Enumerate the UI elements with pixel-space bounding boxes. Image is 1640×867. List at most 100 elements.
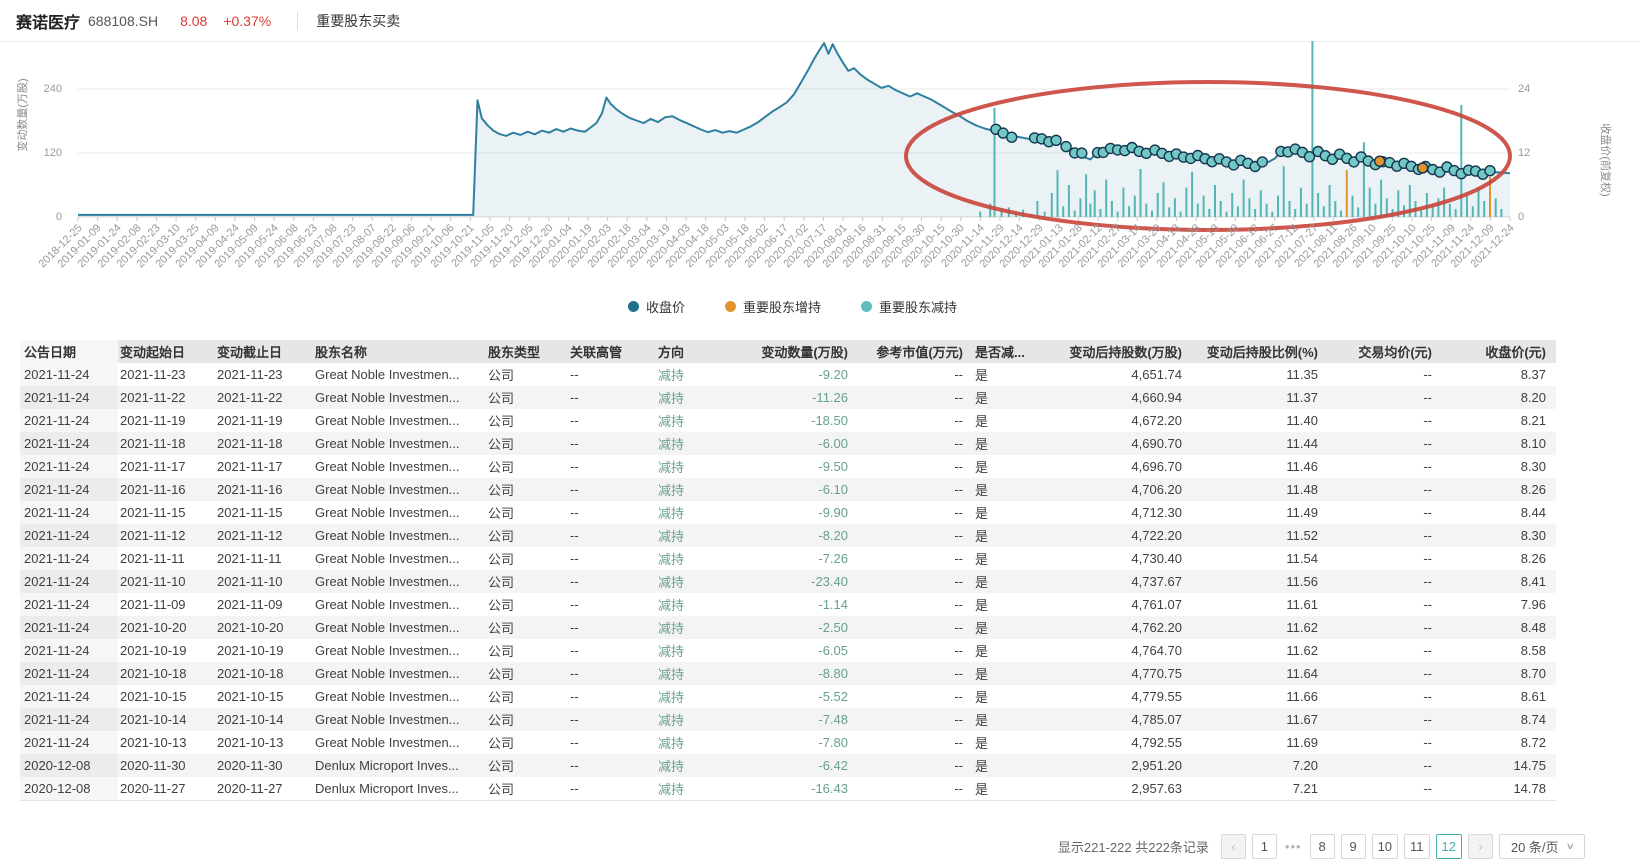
top-bar: 赛诺医疗 688108.SH 8.08 +0.37% 重要股东买卖: [0, 0, 1640, 42]
cell-变动起始日: 2021-10-13: [118, 731, 215, 754]
tab-important-holder-trading[interactable]: 重要股东买卖: [316, 11, 400, 31]
table-row[interactable]: 2021-11-242021-10-182021-10-18Great Nobl…: [20, 662, 1556, 685]
price-volume-chart: [0, 40, 1640, 302]
table-row[interactable]: 2021-11-242021-11-162021-11-16Great Nobl…: [20, 478, 1556, 501]
pagination-page-9[interactable]: 9: [1341, 834, 1366, 859]
cell-方向: 减持: [656, 754, 752, 777]
pagination-page-8[interactable]: 8: [1310, 834, 1335, 859]
cell-是否减...: 是: [973, 363, 1048, 386]
column-header-2[interactable]: 变动起始日: [118, 340, 215, 363]
pagination-page-12[interactable]: 12: [1436, 834, 1462, 859]
cell-变动后持股比例(%): 11.46: [1192, 455, 1328, 478]
table-row[interactable]: 2021-11-242021-11-232021-11-23Great Nobl…: [20, 363, 1556, 386]
cell-公告日期: 2020-12-08: [20, 777, 118, 800]
cell-是否减...: 是: [973, 777, 1048, 800]
volume-bar: [1220, 201, 1222, 217]
table-row[interactable]: 2021-11-242021-11-172021-11-17Great Nobl…: [20, 455, 1556, 478]
table-row[interactable]: 2021-11-242021-11-182021-11-18Great Nobl…: [20, 432, 1556, 455]
column-header-12[interactable]: 变动后持股比例(%): [1192, 340, 1328, 363]
cell-收盘价(元): 8.72: [1442, 731, 1556, 754]
cell-变动数量(万股): -8.20: [752, 524, 858, 547]
table-row[interactable]: 2020-12-082020-11-302020-11-30Denlux Mic…: [20, 754, 1556, 777]
volume-bar: [1329, 185, 1331, 217]
column-header-14[interactable]: 收盘价(元): [1442, 340, 1556, 363]
volume-bar: [1117, 212, 1119, 217]
volume-bar: [1432, 206, 1434, 217]
volume-bar: [1260, 190, 1262, 217]
column-header-13[interactable]: 交易均价(元): [1328, 340, 1442, 363]
cell-公告日期: 2021-11-24: [20, 524, 118, 547]
column-header-9[interactable]: 参考市值(万元): [858, 340, 973, 363]
cell-关联高管: --: [568, 478, 656, 501]
volume-bar: [1089, 204, 1091, 217]
volume-bar: [1226, 212, 1228, 217]
cell-变动起始日: 2021-11-23: [118, 363, 215, 386]
cell-方向: 减持: [656, 731, 752, 754]
cell-交易均价(元): --: [1328, 777, 1442, 800]
stock-name: 赛诺医疗: [16, 9, 80, 33]
table-row[interactable]: 2021-11-242021-10-202021-10-20Great Nobl…: [20, 616, 1556, 639]
column-header-7[interactable]: 方向: [656, 340, 752, 363]
pagination-prev-button[interactable]: ‹: [1221, 834, 1246, 859]
table-row[interactable]: 2021-11-242021-11-112021-11-11Great Nobl…: [20, 547, 1556, 570]
cell-变动截止日: 2021-11-11: [215, 547, 313, 570]
page-size-select[interactable]: 20 条/页∨: [1499, 834, 1585, 859]
column-header-5[interactable]: 股东类型: [486, 340, 568, 363]
cell-变动后持股数(万股): 4,785.07: [1048, 708, 1192, 731]
cell-关联高管: --: [568, 386, 656, 409]
table-row[interactable]: 2021-11-242021-11-122021-11-12Great Nobl…: [20, 524, 1556, 547]
cell-收盘价(元): 8.30: [1442, 455, 1556, 478]
cell-股东名称: Great Noble Investmen...: [313, 363, 486, 386]
column-header-11[interactable]: 变动后持股数(万股): [1048, 340, 1192, 363]
pagination-next-button[interactable]: ›: [1468, 834, 1493, 859]
cell-变动数量(万股): -16.43: [752, 777, 858, 800]
table-row[interactable]: 2021-11-242021-11-192021-11-19Great Nobl…: [20, 409, 1556, 432]
pagination-page-10[interactable]: 10: [1372, 834, 1398, 859]
cell-关联高管: --: [568, 662, 656, 685]
legend-item-close-price[interactable]: 收盘价: [628, 297, 685, 316]
cell-变动后持股数(万股): 4,672.20: [1048, 409, 1192, 432]
volume-bar: [1134, 196, 1136, 217]
table-row[interactable]: 2021-11-242021-11-222021-11-22Great Nobl…: [20, 386, 1556, 409]
pagination-page-1[interactable]: 1: [1252, 834, 1277, 859]
cell-参考市值(万元): --: [858, 639, 973, 662]
legend-dot-holder-decrease: [861, 301, 872, 312]
column-header-6[interactable]: 关联高管: [568, 340, 656, 363]
cell-参考市值(万元): --: [858, 593, 973, 616]
column-header-3[interactable]: 变动截止日: [215, 340, 313, 363]
cell-变动截止日: 2021-11-15: [215, 501, 313, 524]
cell-交易均价(元): --: [1328, 501, 1442, 524]
cell-变动后持股数(万股): 4,722.20: [1048, 524, 1192, 547]
cell-变动截止日: 2021-10-19: [215, 639, 313, 662]
pagination-page-11[interactable]: 11: [1404, 834, 1430, 859]
cell-关联高管: --: [568, 547, 656, 570]
column-header-4[interactable]: 股东名称: [313, 340, 486, 363]
cell-交易均价(元): --: [1328, 708, 1442, 731]
cell-变动截止日: 2021-10-13: [215, 731, 313, 754]
table-row[interactable]: 2021-11-242021-10-132021-10-13Great Nobl…: [20, 731, 1556, 754]
table-row[interactable]: 2021-11-242021-10-152021-10-15Great Nobl…: [20, 685, 1556, 708]
volume-bar: [1062, 206, 1064, 217]
page-size-value: 20 条/页: [1511, 837, 1559, 856]
table-row[interactable]: 2021-11-242021-10-192021-10-19Great Nobl…: [20, 639, 1556, 662]
table-row[interactable]: 2021-11-242021-11-152021-11-15Great Nobl…: [20, 501, 1556, 524]
column-header-10[interactable]: 是否减...: [973, 340, 1048, 363]
column-header-8[interactable]: 变动数量(万股): [752, 340, 858, 363]
volume-bar: [1122, 188, 1124, 217]
cell-是否减...: 是: [973, 524, 1048, 547]
cell-是否减...: 是: [973, 754, 1048, 777]
cell-股东名称: Great Noble Investmen...: [313, 524, 486, 547]
volume-bar: [1483, 201, 1485, 217]
legend-item-holder-increase[interactable]: 重要股东增持: [725, 297, 821, 316]
table-row[interactable]: 2020-12-082020-11-272020-11-27Denlux Mic…: [20, 777, 1556, 800]
table-row[interactable]: 2021-11-242021-10-142021-10-14Great Nobl…: [20, 708, 1556, 731]
table-row[interactable]: 2021-11-242021-11-092021-11-09Great Nobl…: [20, 593, 1556, 616]
cell-参考市值(万元): --: [858, 754, 973, 777]
cell-变动起始日: 2021-10-20: [118, 616, 215, 639]
table-row[interactable]: 2021-11-242021-11-102021-11-10Great Nobl…: [20, 570, 1556, 593]
cell-参考市值(万元): --: [858, 386, 973, 409]
column-header-1[interactable]: 公告日期: [20, 340, 118, 363]
cell-关联高管: --: [568, 616, 656, 639]
legend-item-holder-decrease[interactable]: 重要股东减持: [861, 297, 957, 316]
cell-关联高管: --: [568, 593, 656, 616]
